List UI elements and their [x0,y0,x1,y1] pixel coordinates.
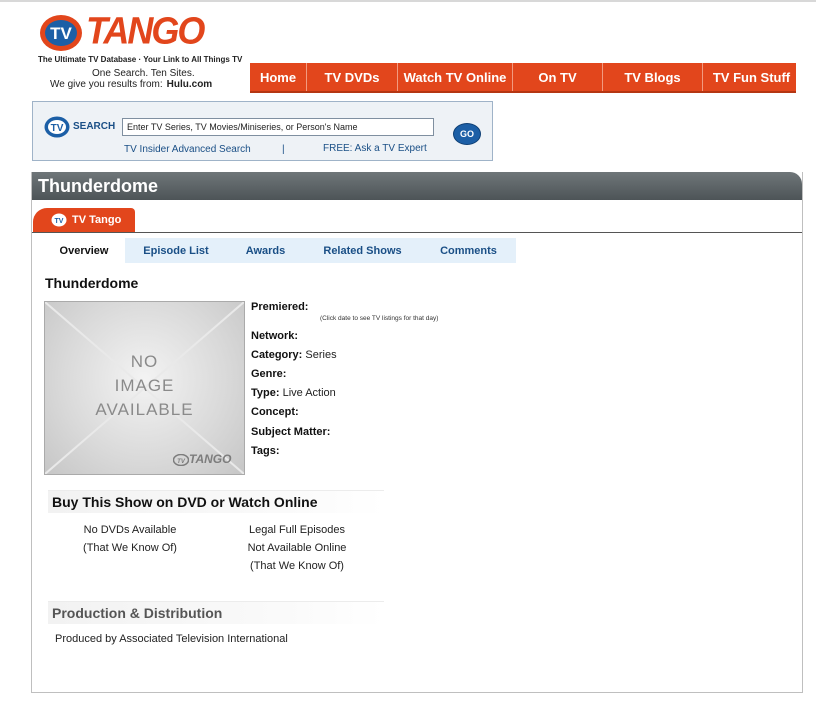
category-value: Series [305,349,337,361]
show-panel: Thunderdome TV TV Tango Overview Episode… [31,172,803,693]
no-image-line2: IMAGE [114,376,175,395]
no-image-placeholder: NO IMAGE AVAILABLE TV TANGO [44,301,245,475]
online-line1: Legal Full Episodes [248,524,345,536]
results-from: We give you results from: Hulu.com [50,79,212,90]
search-input[interactable] [122,118,434,136]
subject-label: Subject Matter: [251,426,331,438]
type-row: Type: Live Action [251,387,336,399]
nav-watch-tv-online[interactable]: Watch TV Online [398,63,513,91]
logo-wordmark: TANGO [86,8,205,52]
online-availability: Legal Full Episodes Not Available Online… [232,521,362,575]
concept-label: Concept: [251,406,299,418]
link-separator: | [282,144,285,155]
tab-episode-list[interactable]: Episode List [125,238,227,263]
no-image-line3: AVAILABLE [95,400,194,419]
premiered-note: (Click date to see TV listings for that … [320,315,439,322]
search-label: SEARCH [73,121,116,132]
show-title: Thunderdome [45,275,139,291]
tv-badge-icon: TV [44,116,70,138]
placeholder-logo-text: TANGO [189,452,232,466]
tags-label: Tags: [251,445,280,457]
source-tab-badge: TV [55,218,64,225]
genre-row: Genre: [251,368,286,380]
tvtango-logo[interactable]: TV TANGO [38,8,248,58]
premiered-label: Premiered: [251,301,309,313]
tab-related-shows[interactable]: Related Shows [304,238,421,263]
online-line3: (That We Know Of) [250,560,344,572]
nav-tv-blogs[interactable]: TV Blogs [603,63,703,91]
buy-section-heading: Buy This Show on DVD or Watch Online [48,490,384,513]
no-image-line1: NO [130,352,159,371]
results-prefix: We give you results from: [50,79,163,90]
dvd-line2: (That We Know Of) [83,542,177,554]
tags-row: Tags: [251,445,280,457]
tab-overview[interactable]: Overview [43,238,125,263]
production-section-heading: Production & Distribution [48,601,384,624]
genre-label: Genre: [251,368,287,380]
nav-tv-fun-stuff[interactable]: TV Fun Stuff [703,63,800,91]
main-nav: Home TV DVDs Watch TV Online On TV TV Bl… [250,63,796,93]
tv-badge-icon: TV [40,15,82,51]
go-button[interactable]: GO [453,123,481,145]
category-row: Category: Series [251,349,337,361]
logo-badge-text: TV [50,24,72,43]
search-badge-text: TV [51,123,64,134]
ask-expert-link[interactable]: FREE: Ask a TV Expert [323,143,427,154]
show-tabs: Overview Episode List Awards Related Sho… [43,238,516,263]
nav-tv-dvds[interactable]: TV DVDs [307,63,398,91]
placeholder-badge-text: TV [177,459,186,465]
dvd-availability: No DVDs Available (That We Know Of) [72,521,188,557]
production-heading-text: Production & Distribution [52,605,223,621]
produced-by: Produced by Associated Television Intern… [55,633,288,645]
nav-home[interactable]: Home [250,63,307,91]
tab-comments[interactable]: Comments [421,238,516,263]
tv-badge-icon: TV [51,213,67,227]
category-label: Category: [251,349,303,361]
advanced-search-link[interactable]: TV Insider Advanced Search [124,144,251,155]
type-value: Live Action [282,387,336,399]
online-line2: Not Available Online [247,542,347,554]
tab-divider [32,232,802,233]
dvd-line1: No DVDs Available [83,524,177,536]
top-border [0,0,816,2]
panel-title: Thunderdome [38,176,158,196]
source-tab-label: TV Tango [72,214,122,226]
type-label: Type: [251,387,280,399]
tab-awards[interactable]: Awards [227,238,304,263]
panel-header: Thunderdome [32,172,802,200]
network-row: Network: [251,330,298,342]
placeholder-logo: TV TANGO [172,452,232,467]
network-label: Network: [251,330,299,342]
site-tagline: The Ultimate TV Database · Your Link to … [38,55,243,64]
results-site: Hulu.com [166,79,213,90]
nav-on-tv[interactable]: On TV [513,63,603,91]
one-search-text: One Search. Ten Sites. [92,68,195,79]
tab-tv-tango-source[interactable]: TV TV Tango [33,208,135,232]
subject-row: Subject Matter: [251,426,330,438]
no-image-text: NO IMAGE AVAILABLE [45,350,244,422]
tv-badge-icon: TV [172,453,190,467]
premiered-row: Premiered: [251,301,308,313]
search-panel: TV SEARCH GO TV Insider Advanced Search … [32,101,493,161]
buy-heading-text: Buy This Show on DVD or Watch Online [52,494,318,510]
concept-row: Concept: [251,406,299,418]
